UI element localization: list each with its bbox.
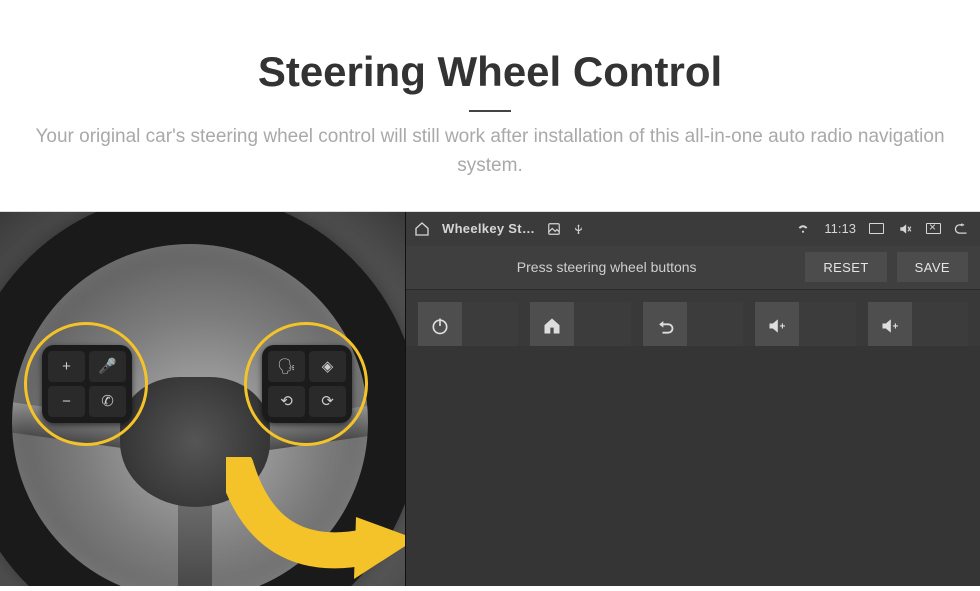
key-home[interactable] xyxy=(530,302,630,350)
page-title: Steering Wheel Control xyxy=(0,48,980,96)
key-return[interactable] xyxy=(643,302,743,350)
key-volume-up-1[interactable]: + xyxy=(755,302,855,350)
home-icon[interactable] xyxy=(414,221,430,237)
highlight-circle-left xyxy=(24,322,148,446)
page-subtitle: Your original car's steering wheel contr… xyxy=(30,122,950,181)
close-app-icon[interactable] xyxy=(926,223,941,234)
prompt-text: Press steering wheel buttons xyxy=(418,259,795,275)
title-underline xyxy=(469,110,511,112)
callout-arrow xyxy=(226,457,405,586)
volume-up-icon: + xyxy=(755,302,799,350)
key-volume-up-2[interactable]: + xyxy=(868,302,968,350)
reset-button[interactable]: RESET xyxy=(805,252,886,282)
mute-icon[interactable] xyxy=(897,222,913,236)
undo-icon xyxy=(643,302,687,350)
home-icon xyxy=(530,302,574,350)
config-toolbar: Press steering wheel buttons RESET SAVE xyxy=(406,246,980,290)
steering-wheel-illustration: + 🎤 − ✆ 🗣 ◈ ⟲ ⟳ xyxy=(0,212,405,586)
back-icon[interactable] xyxy=(954,222,972,236)
highlight-circle-right xyxy=(244,322,368,446)
volume-up-icon: + xyxy=(868,302,912,350)
key-power[interactable] xyxy=(418,302,518,350)
image-icon xyxy=(547,222,561,236)
svg-text:+: + xyxy=(780,321,786,332)
config-body-empty xyxy=(406,346,980,586)
svg-text:+: + xyxy=(892,321,898,332)
clock: 11:13 xyxy=(824,221,856,236)
wifi-icon xyxy=(795,222,811,235)
usb-icon xyxy=(573,221,584,237)
power-icon xyxy=(418,302,462,350)
save-button[interactable]: SAVE xyxy=(897,252,968,282)
status-bar: Wheelkey St… 11:13 xyxy=(406,212,980,246)
headunit-screen: Wheelkey St… 11:13 xyxy=(405,212,980,586)
display-icon[interactable] xyxy=(869,223,884,234)
app-title: Wheelkey St… xyxy=(442,221,535,236)
